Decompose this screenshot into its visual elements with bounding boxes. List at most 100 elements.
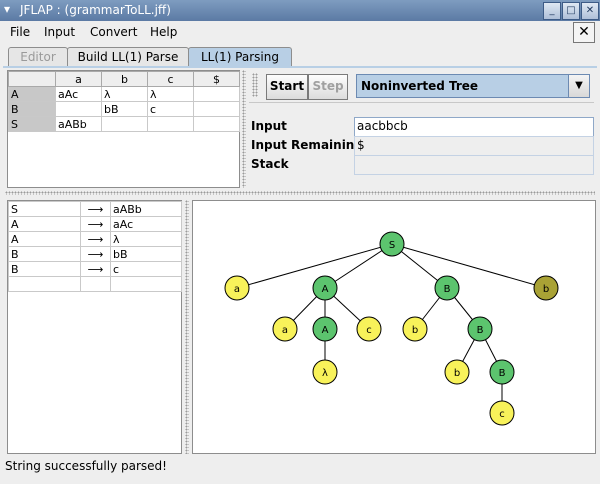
production-lhs: B [8,261,81,277]
menu-help[interactable]: Help [150,25,177,39]
window-menu-icon[interactable]: ▾ [4,2,10,16]
tree-node-label: c [366,325,372,336]
tab-build-ll1-parse[interactable]: Build LL(1) Parse [67,47,189,68]
table-cell[interactable]: λ [147,86,194,102]
table-row[interactable]: A ⟶ aAc [8,216,182,232]
start-button[interactable]: Start [266,74,308,100]
column-header: b [101,71,148,87]
row-header: A [8,86,56,102]
table-cell[interactable]: bB [101,101,148,117]
toolbar-grip-handle[interactable] [252,73,258,97]
table-cell[interactable]: c [147,101,194,117]
view-select[interactable]: Noninverted Tree ▼ [356,74,590,98]
production-lhs: S [8,201,81,217]
tree-node-label: b [412,325,418,336]
menu-bar: File Input Convert Help ✕ [0,21,600,43]
tree-node-S: S [379,231,405,257]
stack-label: Stack [251,157,289,171]
tree-node-B: B [467,316,493,342]
tab-editor: Editor [8,47,68,68]
tree-node-label: b [454,368,460,379]
tree-node-B: B [489,359,515,385]
column-header [8,71,56,87]
row-header: S [8,116,56,132]
table-row[interactable]: B ⟶ bB [8,246,182,262]
stack-field [354,155,594,175]
table-cell[interactable] [55,101,102,117]
productions-panel: S ⟶ aABb A ⟶ aAc A ⟶ λ B ⟶ bB B ⟶ c [7,200,182,454]
production-rhs: λ [110,231,182,247]
parse-tree: Sa A Bb a Ac b Bλ b Bc [224,231,559,426]
row-header: B [8,101,56,117]
tab-underline [3,66,597,68]
menu-convert[interactable]: Convert [90,25,137,39]
table-row[interactable]: S ⟶ aABb [8,201,182,217]
column-header: $ [193,71,240,87]
tree-node-b: b [402,316,428,342]
table-cell[interactable] [101,116,148,132]
input-label: Input [251,119,287,133]
tree-node-b: b [444,359,470,385]
arrow-icon: ⟶ [80,246,111,262]
tree-node-c: c [489,400,515,426]
production-rhs [110,276,182,292]
table-row[interactable] [8,276,182,292]
production-rhs: aABb [110,201,182,217]
tree-edge [391,243,547,289]
production-rhs: aAc [110,216,182,232]
tree-node-label: b [543,284,549,295]
minimize-icon[interactable]: _ [543,2,561,20]
tree-node-label: a [282,325,288,336]
table-cell[interactable]: aABb [55,116,102,132]
tree-node-label: S [389,240,395,251]
tree-node-label: B [499,368,506,379]
tree-node-A: A [312,275,338,301]
arrow-icon: ⟶ [80,201,111,217]
close-tab-icon[interactable]: ✕ [573,22,595,43]
status-message: String successfully parsed! [5,459,167,473]
tree-node-label: A [322,284,329,295]
parse-table-header: a b c $ [8,71,240,87]
tree-node-label: c [499,409,505,420]
close-window-icon[interactable]: ✕ [581,2,599,20]
tab-ll1-parsing[interactable]: LL(1) Parsing [188,47,292,68]
table-cell[interactable]: aAc [55,86,102,102]
view-select-value: Noninverted Tree [361,79,479,93]
table-cell[interactable] [193,101,240,117]
production-lhs: A [8,216,81,232]
arrow-icon [80,276,111,292]
table-cell[interactable] [193,86,240,102]
tree-node-label: B [477,325,484,336]
step-button: Step [308,74,348,100]
table-cell[interactable] [193,116,240,132]
menu-input[interactable]: Input [44,25,75,39]
arrow-icon: ⟶ [80,231,111,247]
tree-node-label: λ [322,368,328,379]
vertical-split-handle[interactable] [242,70,246,188]
productions-table: S ⟶ aABb A ⟶ aAc A ⟶ λ B ⟶ bB B ⟶ c [8,201,182,292]
menu-file[interactable]: File [10,25,30,39]
tree-node-b: b [533,275,559,301]
table-row: B bB c [8,101,240,117]
horizontal-split-handle[interactable] [5,191,595,195]
table-cell[interactable]: λ [101,86,148,102]
arrow-icon: ⟶ [80,216,111,232]
tree-node-a: a [272,316,298,342]
tree-node-λ: λ [312,359,338,385]
tree-node-c: c [356,316,382,342]
column-header: a [55,71,102,87]
tree-node-label: B [444,284,451,295]
vertical-split-handle-lower[interactable] [185,200,189,454]
production-lhs: B [8,246,81,262]
maximize-icon[interactable]: □ [562,2,580,20]
input-remaining-field: $ [354,136,594,156]
input-remaining-label: Input Remaining [251,138,363,152]
production-lhs [8,276,81,292]
table-row[interactable]: A ⟶ λ [8,231,182,247]
table-row: S aABb [8,116,240,132]
tree-node-label: A [322,325,329,336]
table-row[interactable]: B ⟶ c [8,261,182,277]
chevron-down-icon[interactable]: ▼ [568,75,589,97]
table-cell[interactable] [147,116,194,132]
input-field[interactable]: aacbbcb [354,117,594,137]
